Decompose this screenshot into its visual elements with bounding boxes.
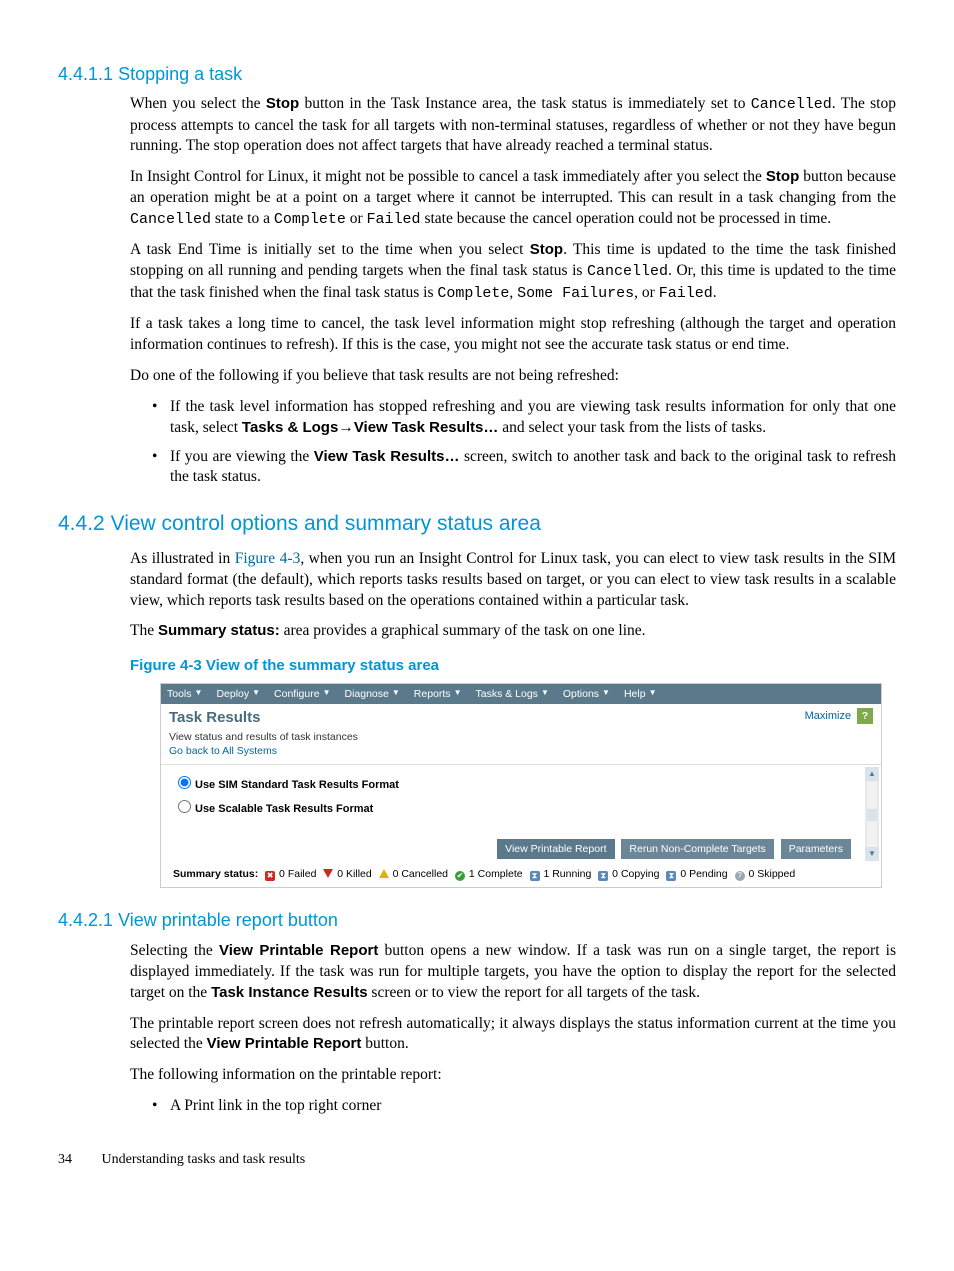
summary-status-area: Summary status: ✖ 0 Failed 0 Killed 0 Ca… — [161, 863, 881, 887]
rerun-non-complete-button[interactable]: Rerun Non-Complete Targets — [621, 839, 773, 859]
menu-tasks-logs[interactable]: Tasks & Logs ▼ — [475, 687, 548, 701]
scroll-handle[interactable] — [867, 809, 877, 821]
chevron-down-icon: ▼ — [649, 688, 657, 699]
paragraph: Selecting the View Printable Report butt… — [130, 941, 896, 1004]
scrollbar[interactable]: ▲ ▼ — [865, 767, 879, 861]
page-footer: 34 Understanding tasks and task results — [58, 1151, 896, 1170]
menu-reports[interactable]: Reports ▼ — [414, 687, 462, 701]
scroll-up-icon[interactable]: ▲ — [865, 767, 879, 781]
radio-scalable[interactable]: Use Scalable Task Results Format — [173, 797, 869, 817]
status-pending-icon: ⧗ — [666, 871, 676, 881]
paragraph: When you select the Stop button in the T… — [130, 94, 896, 157]
menu-tools[interactable]: Tools ▼ — [167, 687, 202, 701]
status-cancelled-icon — [379, 869, 389, 878]
go-back-link[interactable]: Go back to All Systems — [169, 745, 277, 757]
paragraph: As illustrated in Figure 4-3, when you r… — [130, 549, 896, 612]
chevron-down-icon: ▼ — [323, 688, 331, 699]
panel-title: Task Results — [169, 708, 358, 728]
status-failed-icon: ✖ — [265, 871, 275, 881]
chevron-down-icon: ▼ — [252, 688, 260, 699]
status-skipped-icon: ? — [735, 871, 745, 881]
figure-caption: Figure 4-3 View of the summary status ar… — [130, 656, 896, 676]
paragraph: The Summary status: area provides a grap… — [130, 621, 896, 642]
paragraph: The following information on the printab… — [130, 1065, 896, 1086]
paragraph: A task End Time is initially set to the … — [130, 240, 896, 303]
paragraph: Do one of the following if you believe t… — [130, 366, 896, 387]
panel-subtitle: View status and results of task instance… — [169, 730, 358, 744]
page-number: 34 — [58, 1151, 98, 1170]
xref-figure-4-3[interactable]: Figure 4-3 — [235, 550, 301, 567]
menu-configure[interactable]: Configure ▼ — [274, 687, 330, 701]
figure-4-3: Tools ▼ Deploy ▼ Configure ▼ Diagnose ▼ … — [160, 683, 882, 889]
status-complete-icon: ✔ — [455, 871, 465, 881]
radio-sim-standard[interactable]: Use SIM Standard Task Results Format — [173, 773, 869, 793]
status-killed-icon — [323, 869, 333, 878]
menu-diagnose[interactable]: Diagnose ▼ — [345, 687, 400, 701]
paragraph: In Insight Control for Linux, it might n… — [130, 167, 896, 230]
chevron-down-icon: ▼ — [454, 688, 462, 699]
heading-4-4-2-1: 4.4.2.1 View printable report button — [58, 908, 896, 932]
chevron-down-icon: ▼ — [195, 688, 203, 699]
heading-4-4-2: 4.4.2 View control options and summary s… — [58, 510, 896, 538]
list-item: If you are viewing the View Task Results… — [152, 447, 896, 489]
chapter-title: Understanding tasks and task results — [102, 1152, 306, 1167]
scroll-down-icon[interactable]: ▼ — [865, 847, 879, 861]
paragraph: If a task takes a long time to cancel, t… — [130, 314, 896, 356]
chevron-down-icon: ▼ — [541, 688, 549, 699]
paragraph: The printable report screen does not ref… — [130, 1014, 896, 1056]
list-item: If the task level information has stoppe… — [152, 397, 896, 439]
status-running-icon: ⧗ — [530, 871, 540, 881]
menu-options[interactable]: Options ▼ — [563, 687, 610, 701]
chevron-down-icon: ▼ — [392, 688, 400, 699]
help-icon[interactable]: ? — [857, 708, 873, 724]
status-copying-icon: ⧗ — [598, 871, 608, 881]
app-menubar: Tools ▼ Deploy ▼ Configure ▼ Diagnose ▼ … — [161, 684, 881, 704]
maximize-link[interactable]: Maximize — [805, 710, 851, 722]
view-printable-report-button[interactable]: View Printable Report — [497, 839, 614, 859]
chevron-down-icon: ▼ — [602, 688, 610, 699]
heading-4-4-1-1: 4.4.1.1 Stopping a task — [58, 62, 896, 86]
list-item: A Print link in the top right corner — [152, 1096, 896, 1117]
menu-help[interactable]: Help ▼ — [624, 687, 657, 701]
parameters-button[interactable]: Parameters — [781, 839, 851, 859]
menu-deploy[interactable]: Deploy ▼ — [216, 687, 260, 701]
